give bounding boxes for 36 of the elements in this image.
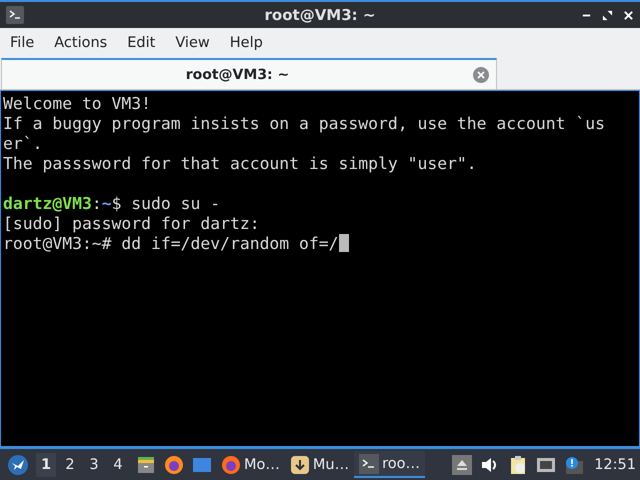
terminal-text: $ sudo su - bbox=[112, 194, 220, 213]
menu-item[interactable]: View bbox=[169, 34, 216, 50]
notification-icon[interactable] bbox=[564, 454, 584, 474]
terminal-icon bbox=[6, 6, 24, 24]
terminal-icon bbox=[359, 454, 380, 474]
menu-item[interactable]: Help bbox=[224, 34, 269, 50]
task-button[interactable]: roo… bbox=[354, 451, 425, 478]
workspace-button[interactable]: 3 bbox=[84, 452, 104, 476]
workspace-button[interactable]: 2 bbox=[60, 452, 80, 476]
terminal-text: er`. bbox=[3, 134, 42, 153]
prompt-path: ~ bbox=[102, 194, 112, 213]
terminal-text: Welcome to VM3! bbox=[3, 94, 152, 113]
close-icon[interactable] bbox=[623, 10, 634, 20]
terminal-text: root@VM3:~# dd if=/dev/random of=/ bbox=[3, 234, 339, 253]
eject-icon[interactable] bbox=[452, 454, 472, 474]
text-cursor bbox=[338, 234, 349, 252]
workspace-button[interactable]: 1 bbox=[36, 452, 56, 476]
maximize-icon[interactable] bbox=[602, 10, 613, 20]
terminal-text: The passsword for that account is simply "user". bbox=[3, 154, 477, 173]
menu-item[interactable]: Edit bbox=[121, 34, 162, 50]
clock[interactable]: 12:51 bbox=[594, 456, 636, 472]
terminal-area[interactable] bbox=[0, 90, 640, 447]
menu-item[interactable]: Actions bbox=[48, 34, 114, 50]
task-button[interactable]: Mo… bbox=[216, 451, 285, 478]
task-button[interactable]: Mu… bbox=[284, 451, 354, 478]
terminal-text: If a buggy program insists on a password, use the account `us bbox=[3, 114, 605, 133]
bird-icon[interactable] bbox=[8, 454, 28, 474]
file-cabinet-icon[interactable] bbox=[136, 454, 156, 474]
terminal-text: [sudo] password for dartz: bbox=[3, 214, 260, 233]
menu-item[interactable]: File bbox=[4, 34, 40, 50]
workspace-button[interactable]: 4 bbox=[108, 452, 128, 476]
terminal-text: : bbox=[92, 194, 102, 213]
prompt-user: dartz@VM3 bbox=[3, 194, 92, 213]
download-icon bbox=[290, 454, 310, 474]
tab[interactable]: root@VM3: ~ bbox=[1, 58, 497, 89]
window-title: root@VM3: ~ bbox=[264, 6, 376, 24]
